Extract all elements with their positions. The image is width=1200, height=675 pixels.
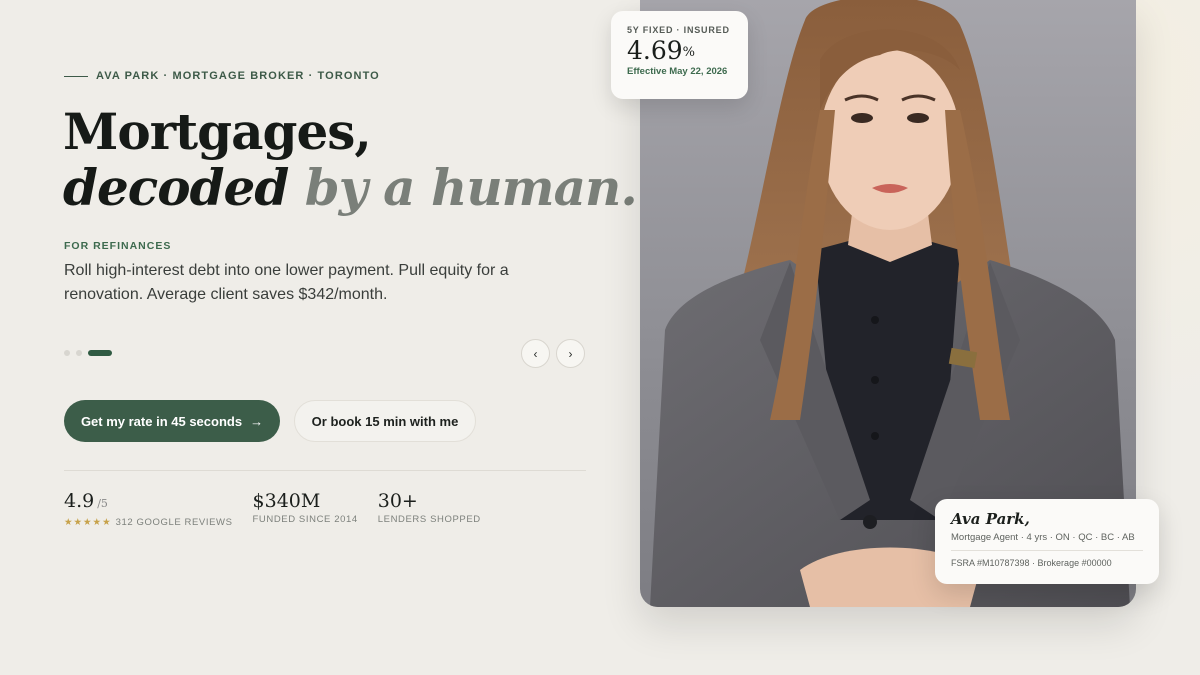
eyebrow-text: AVA PARK · MORTGAGE BROKER · TORONTO: [96, 70, 380, 82]
stat-lenders-label: LENDERS SHOPPED: [377, 514, 481, 525]
headline-italic: decoded: [63, 158, 289, 217]
carousel-dot-2[interactable]: [76, 350, 82, 356]
rate-value-wrap: 4.69%: [627, 36, 732, 66]
rate-unit: %: [682, 45, 696, 60]
get-rate-button[interactable]: Get my rate in 45 seconds →: [64, 400, 280, 442]
chevron-right-icon: ›: [568, 346, 573, 361]
eyebrow: AVA PARK · MORTGAGE BROKER · TORONTO: [64, 70, 380, 82]
star-rating-icon: ★★★★★: [64, 517, 112, 528]
get-rate-label: Get my rate in 45 seconds: [80, 413, 243, 429]
agent-card: Ava Park, Mortgage Agent · 4 yrs · ON · …: [935, 499, 1159, 584]
carousel-prev-button[interactable]: ‹: [521, 339, 550, 368]
book-call-button[interactable]: Or book 15 min with me: [294, 400, 476, 442]
agent-name: Ava Park,: [951, 510, 1030, 528]
stat-funded-label: FUNDED SINCE 2014: [252, 514, 358, 525]
carousel-dots: [64, 350, 112, 356]
rate-card: 5Y FIXED · INSURED 4.69% Effective May 2…: [611, 11, 748, 99]
stat-reviews-value-wrap: 4.9/5: [64, 490, 233, 515]
carousel-next-button[interactable]: ›: [556, 339, 585, 368]
carousel-dot-1[interactable]: [64, 350, 70, 356]
stats-row: 4.9/5 ★★★★★ 312 GOOGLE REVIEWS $340M FUND…: [64, 490, 481, 528]
arrow-right-icon: →: [250, 413, 264, 429]
rate-card-tag: 5Y FIXED · INSURED: [627, 25, 730, 35]
slide-kicker: FOR REFINANCES: [64, 240, 172, 252]
stat-lenders: 30+ LENDERS SHOPPED: [378, 490, 481, 528]
agent-card-divider: [951, 550, 1143, 551]
headline-line2: decoded by a human.: [63, 158, 638, 217]
stat-reviews-value: 4.9: [64, 490, 95, 512]
chevron-left-icon: ‹: [533, 346, 538, 361]
agent-license: FSRA #M10787398 · Brokerage #00000: [951, 558, 1112, 568]
carousel-dot-3[interactable]: [88, 350, 112, 356]
book-call-label: Or book 15 min with me: [311, 413, 459, 429]
headline-line1: Mortgages,: [63, 102, 372, 161]
stats-divider: [64, 470, 586, 471]
stat-reviews-label-wrap: ★★★★★ 312 GOOGLE REVIEWS: [64, 517, 233, 528]
carousel-nav: ‹ ›: [521, 339, 585, 368]
rate-value: 4.69: [627, 36, 683, 65]
rate-effective-date: Effective May 22, 2026: [627, 66, 728, 77]
agent-role: Mortgage Agent · 4 yrs · ON · QC · BC · …: [951, 532, 1135, 543]
stat-funded: $340M FUNDED SINCE 2014: [253, 490, 358, 528]
stat-reviews: 4.9/5 ★★★★★ 312 GOOGLE REVIEWS: [64, 490, 233, 528]
stat-lenders-value: 30+: [377, 490, 418, 512]
slide-description: Roll high-interest debt into one lower p…: [64, 262, 509, 303]
page-title: Mortgages, decoded by a human.: [63, 102, 638, 217]
headline-muted: by a human.: [304, 158, 638, 217]
stat-reviews-label: 312 GOOGLE REVIEWS: [115, 517, 233, 528]
stat-funded-value: $340M: [252, 490, 321, 512]
eyebrow-rule: [64, 75, 88, 77]
stat-reviews-suffix: /5: [97, 497, 108, 510]
